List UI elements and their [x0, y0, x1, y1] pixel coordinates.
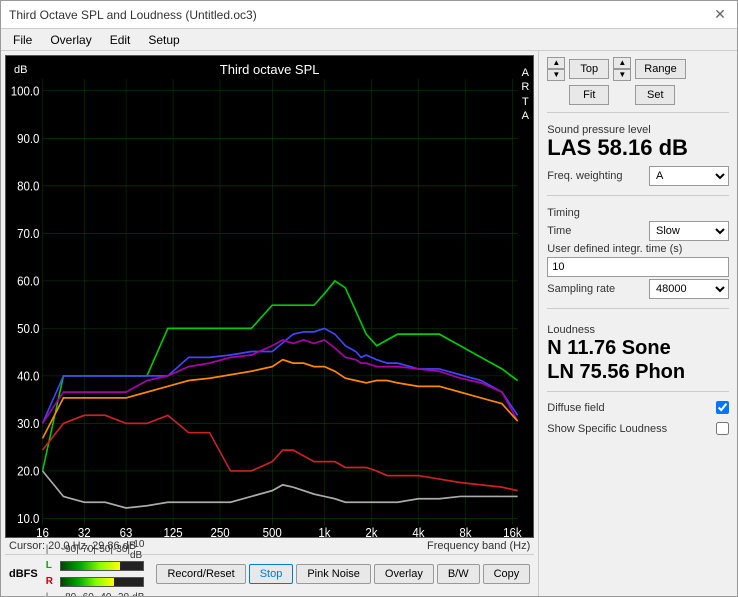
user-integr-label: User defined integr. time (s)	[547, 243, 682, 255]
top-button[interactable]: Top	[569, 59, 609, 79]
copy-button[interactable]: Copy	[483, 564, 531, 584]
svg-text:80.0: 80.0	[17, 179, 40, 194]
record-reset-button[interactable]: Record/Reset	[156, 564, 245, 584]
timing-label: Timing	[547, 207, 729, 219]
svg-text:20.0: 20.0	[17, 464, 40, 479]
left-channel: L	[46, 560, 58, 571]
time-select[interactable]: Slow Fast Impulse	[649, 221, 729, 241]
divider-1	[547, 112, 729, 113]
window-title: Third Octave SPL and Loudness (Untitled.…	[9, 8, 257, 22]
freq-weighting-row: Freq. weighting A B C Z	[547, 166, 729, 186]
divider-3	[547, 308, 729, 309]
right-channel: R	[46, 576, 58, 587]
dbfs-scale: | -90|-70|-50|-30|-10 dB L R	[46, 543, 145, 597]
set-button[interactable]: Set	[635, 85, 675, 105]
diffuse-field-checkbox[interactable]	[716, 401, 729, 414]
svg-text:100.0: 100.0	[11, 84, 40, 99]
fit-set-row: Fit Set	[547, 85, 729, 105]
svg-text:4k: 4k	[412, 525, 425, 537]
svg-text:250: 250	[210, 525, 229, 537]
top-controls-row: ▲ ▼ Top ▲ ▼ Range	[547, 57, 729, 81]
pink-noise-button[interactable]: Pink Noise	[296, 564, 371, 584]
svg-text:16k: 16k	[503, 525, 522, 537]
svg-text:90.0: 90.0	[17, 131, 40, 146]
svg-text:63: 63	[120, 525, 133, 537]
svg-text:2k: 2k	[365, 525, 378, 537]
top-down-button[interactable]: ▼	[547, 69, 565, 81]
svg-text:32: 32	[78, 525, 91, 537]
chart-svg: 100.0 90.0 80.0 70.0 60.0 50.0 40.0 30.0…	[6, 56, 533, 537]
fit-button[interactable]: Fit	[569, 85, 609, 105]
spl-value: LAS 58.16 dB	[547, 136, 729, 160]
range-down-button[interactable]: ▼	[613, 69, 631, 81]
stop-button[interactable]: Stop	[249, 564, 294, 584]
right-panel: ▲ ▼ Top ▲ ▼ Range Fit Set Sound pressure	[538, 51, 737, 596]
top-spin-group: ▲ ▼	[547, 57, 565, 81]
divider-4	[547, 391, 729, 392]
range-up-button[interactable]: ▲	[613, 57, 631, 69]
chart-title: Third octave SPL	[220, 62, 320, 77]
loudness-label: Loudness	[547, 324, 729, 336]
main-content: Third octave SPL dB ARTA	[1, 51, 737, 596]
menu-overlay[interactable]: Overlay	[42, 31, 99, 49]
loudness-n-value: N 11.76 Sone	[547, 336, 729, 360]
chart-db-label: dB	[14, 64, 27, 76]
dbfs-label: dBFS	[9, 568, 38, 580]
dbfs-row-top: | -90|-70|-50|-30|-10 dB	[46, 543, 145, 557]
diffuse-field-label: Diffuse field	[547, 402, 604, 414]
user-integr-row: User defined integr. time (s)	[547, 243, 729, 277]
loudness-ln-value: LN 75.56 Phon	[547, 360, 729, 384]
time-row: Time Slow Fast Impulse	[547, 221, 729, 241]
freq-band-label: Frequency band (Hz)	[427, 540, 530, 552]
menu-edit[interactable]: Edit	[102, 31, 139, 49]
menu-bar: File Overlay Edit Setup	[1, 29, 737, 51]
top-up-button[interactable]: ▲	[547, 57, 565, 69]
chart-area: Third octave SPL dB ARTA	[1, 51, 538, 596]
dbfs-row-left: L	[46, 559, 145, 573]
main-window: Third Octave SPL and Loudness (Untitled.…	[0, 0, 738, 597]
time-label: Time	[547, 225, 571, 237]
chart-arta-label: ARTA	[521, 66, 529, 123]
dbfs-bar: dBFS | -90|-70|-50|-30|-10 dB L	[5, 554, 534, 592]
range-button[interactable]: Range	[635, 59, 685, 79]
sampling-rate-label: Sampling rate	[547, 283, 615, 295]
svg-text:16: 16	[36, 525, 49, 537]
svg-text:70.0: 70.0	[17, 226, 40, 241]
diffuse-field-row: Diffuse field	[547, 401, 729, 414]
svg-text:60.0: 60.0	[17, 274, 40, 289]
chart-container: Third octave SPL dB ARTA	[5, 55, 534, 538]
svg-text:30.0: 30.0	[17, 416, 40, 431]
svg-text:10.0: 10.0	[17, 512, 40, 527]
menu-file[interactable]: File	[5, 31, 40, 49]
range-spin-group: ▲ ▼	[613, 57, 631, 81]
show-specific-label: Show Specific Loudness	[547, 423, 667, 435]
close-button[interactable]: ✕	[711, 6, 729, 24]
svg-text:125: 125	[163, 525, 182, 537]
show-specific-row: Show Specific Loudness	[547, 422, 729, 435]
title-bar: Third Octave SPL and Loudness (Untitled.…	[1, 1, 737, 29]
left-meter	[60, 561, 145, 571]
overlay-button[interactable]: Overlay	[374, 564, 434, 584]
divider-2	[547, 195, 729, 196]
svg-text:50.0: 50.0	[17, 321, 40, 336]
dbfs-row-right: R	[46, 575, 145, 589]
svg-text:8k: 8k	[459, 525, 472, 537]
sampling-rate-row: Sampling rate 48000 44100 96000	[547, 279, 729, 299]
svg-text:1k: 1k	[318, 525, 331, 537]
user-integr-input[interactable]	[547, 257, 729, 277]
loudness-section: Loudness N 11.76 Sone LN 75.56 Phon	[547, 320, 729, 384]
svg-text:40.0: 40.0	[17, 369, 40, 384]
show-specific-checkbox[interactable]	[716, 422, 729, 435]
svg-text:500: 500	[263, 525, 282, 537]
freq-weighting-label: Freq. weighting	[547, 170, 622, 182]
bw-button[interactable]: B/W	[437, 564, 480, 584]
spl-section: Sound pressure level LAS 58.16 dB	[547, 120, 729, 160]
dbfs-row-bottom: | -80-60-40-20dB	[46, 591, 145, 597]
right-meter	[60, 577, 145, 587]
freq-weighting-select[interactable]: A B C Z	[649, 166, 729, 186]
menu-setup[interactable]: Setup	[140, 31, 187, 49]
timing-section: Timing Time Slow Fast Impulse User defin…	[547, 203, 729, 301]
sampling-rate-select[interactable]: 48000 44100 96000	[649, 279, 729, 299]
